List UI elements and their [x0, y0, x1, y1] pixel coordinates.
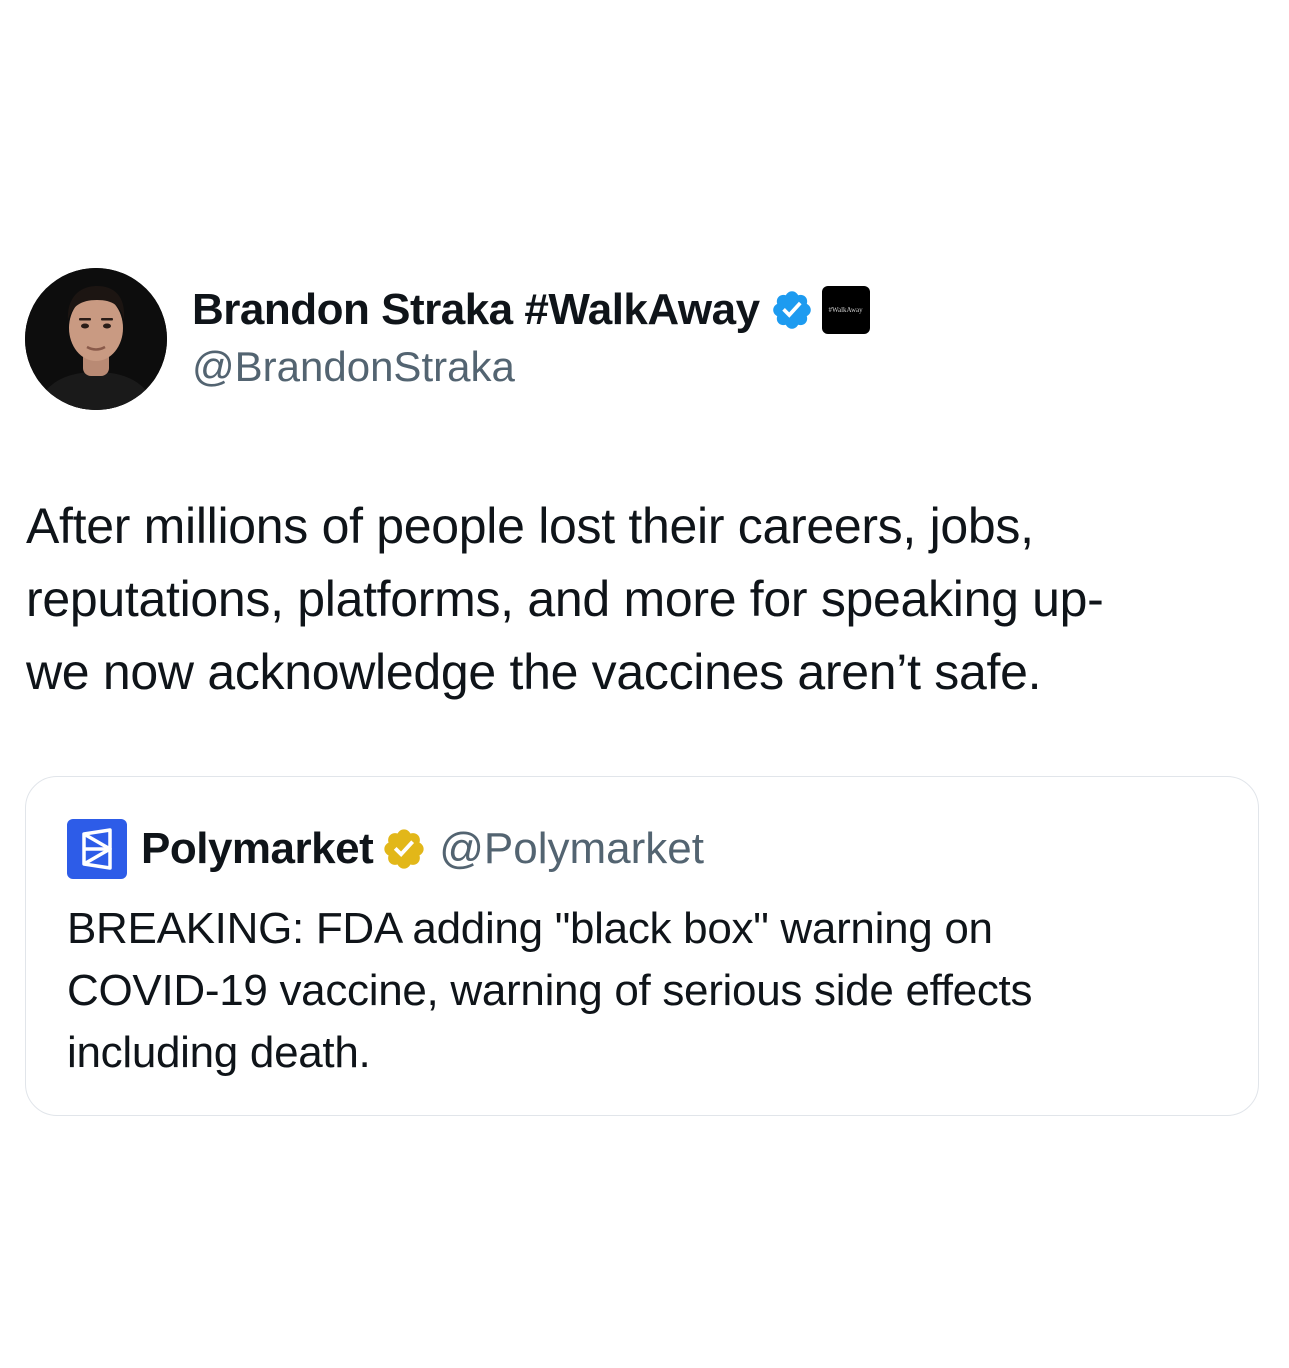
quoted-tweet-text-line: BREAKING: FDA adding "black box" warning…	[67, 904, 993, 953]
author-handle[interactable]: @BrandonStraka	[192, 343, 515, 391]
affiliate-badge-text: #WalkAway	[828, 306, 863, 314]
tweet: Brandon Straka #WalkAway #WalkAway @Bran…	[0, 0, 1289, 1368]
tweet-text-line: we now acknowledge the vaccines aren’t s…	[26, 644, 1042, 700]
gold-verified-badge-icon[interactable]	[381, 826, 427, 872]
author-name-row: Brandon Straka #WalkAway #WalkAway	[192, 282, 870, 338]
quoted-author-handle[interactable]: @Polymarket	[439, 824, 704, 874]
quoted-author-name[interactable]: Polymarket	[141, 824, 374, 874]
avatar[interactable]	[25, 268, 167, 410]
tweet-text-line: reputations, platforms, and more for spe…	[26, 571, 1104, 627]
quoted-tweet-text: BREAKING: FDA adding "black box" warning…	[67, 898, 1227, 1084]
tweet-text: After millions of people lost their care…	[26, 490, 1266, 709]
quoted-tweet-text-line: including death.	[67, 1028, 371, 1077]
verified-badge-icon[interactable]	[770, 288, 814, 332]
avatar-image	[25, 268, 167, 410]
quoted-tweet-text-line: COVID-19 vaccine, warning of serious sid…	[67, 966, 1033, 1015]
quoted-tweet-header: Polymarket @Polymarket	[67, 818, 704, 880]
author-name[interactable]: Brandon Straka #WalkAway	[192, 285, 760, 335]
affiliate-badge-icon[interactable]: #WalkAway	[821, 286, 870, 334]
polymarket-logo-icon[interactable]	[67, 819, 127, 879]
tweet-text-line: After millions of people lost their care…	[26, 498, 1034, 554]
quoted-tweet[interactable]: Polymarket @Polymarket BREAKING: FDA add…	[25, 776, 1259, 1116]
